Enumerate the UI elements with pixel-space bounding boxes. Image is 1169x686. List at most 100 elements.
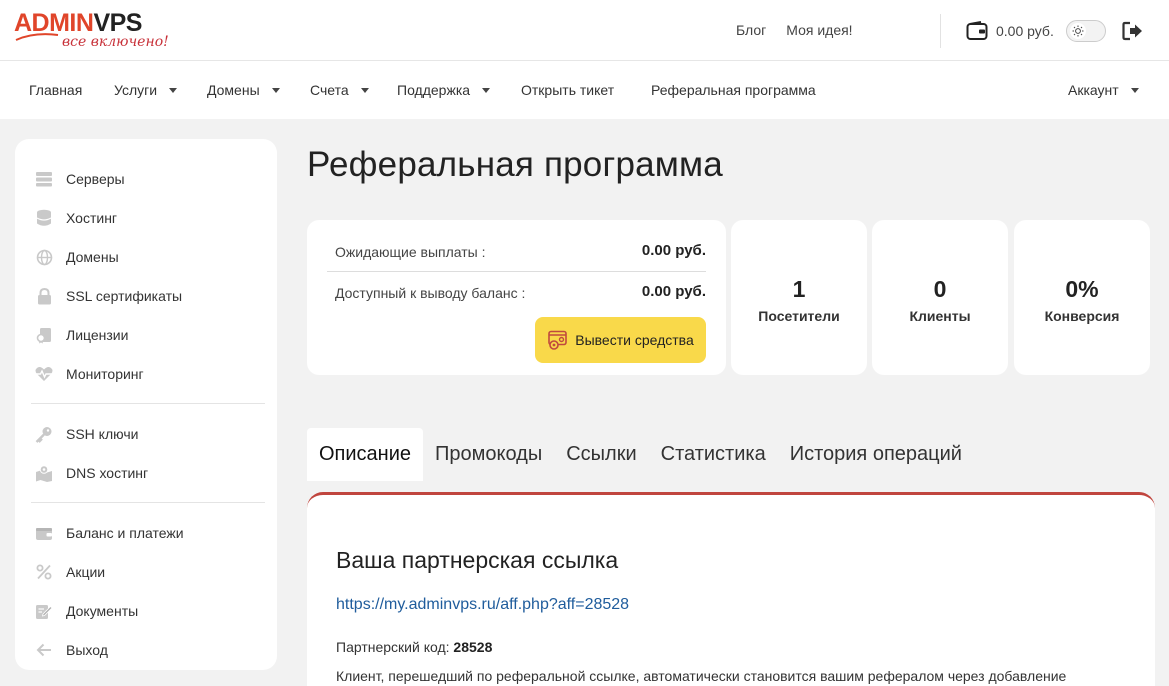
nav-services[interactable]: Услуги <box>114 82 178 98</box>
sidebar-item-domains[interactable]: Домены <box>35 248 119 266</box>
sidebar-item-label: Выход <box>66 642 108 658</box>
tab-promocodes[interactable]: Промокоды <box>423 428 554 481</box>
sidebar-item-servers[interactable]: Серверы <box>35 170 125 188</box>
caret-down-icon <box>482 87 491 93</box>
withdraw-funds-button[interactable]: Вывести средства <box>535 317 706 363</box>
stat-card-visitors: 1 Посетители <box>731 220 867 375</box>
tab-content-panel: Ваша партнерская ссылка https://my.admin… <box>307 492 1155 686</box>
tab-links[interactable]: Ссылки <box>554 428 648 481</box>
nav-home-label: Главная <box>29 82 83 98</box>
page-title: Реферальная программа <box>307 145 723 184</box>
logo-tagline: все включено! <box>62 34 169 50</box>
partner-code-value: 28528 <box>453 639 493 655</box>
referral-tabs: Описание Промокоды Ссылки Статистика Ист… <box>307 428 974 481</box>
sidebar-item-label: Баланс и платежи <box>66 525 184 541</box>
logout-icon <box>1122 21 1142 41</box>
referral-description: Клиент, перешедший по реферальной ссылке… <box>336 668 1067 684</box>
sidebar-item-label: DNS хостинг <box>66 465 149 481</box>
logo-text-vps: VPS <box>93 9 142 37</box>
adminvps-logo[interactable]: ADMINVPS все включено! <box>14 10 184 54</box>
pending-payouts-label: Ожидающие выплаты : <box>335 244 486 260</box>
sidebar-item-label: Лицензии <box>66 327 129 343</box>
sidebar-divider <box>31 403 265 404</box>
percent-icon <box>35 563 53 581</box>
sidebar-item-dns-hosting[interactable]: DNS хостинг <box>35 464 148 482</box>
nav-domains-label: Домены <box>207 82 260 98</box>
tab-operations-history[interactable]: История операций <box>778 428 974 481</box>
conversion-value: 0% <box>1065 276 1099 302</box>
sidebar-item-licenses[interactable]: Лицензии <box>35 326 128 344</box>
caret-down-icon <box>169 87 178 93</box>
license-icon <box>35 326 53 344</box>
sidebar-item-label: SSL сертификаты <box>66 288 183 304</box>
nav-account-label: Аккаунт <box>1068 82 1119 98</box>
sidebar-item-promotions[interactable]: Акции <box>35 563 105 581</box>
partner-code-label: Партнерский код: <box>336 639 450 655</box>
partner-code: Партнерский код: 28528 <box>336 639 492 655</box>
sidebar-item-ssl[interactable]: SSL сертификаты <box>35 287 182 305</box>
map-icon <box>35 464 53 482</box>
lock-icon <box>35 287 53 305</box>
available-balance-label: Доступный к выводу баланс : <box>335 285 526 301</box>
wallet-icon <box>35 524 53 542</box>
visitors-label: Посетители <box>758 308 840 324</box>
sidebar-item-exit[interactable]: Выход <box>35 641 108 659</box>
top-links: Блог Моя идея! <box>736 22 853 38</box>
sidebar-item-label: Акции <box>66 564 106 580</box>
top-header: ADMINVPS все включено! Блог Моя идея! 0.… <box>0 0 1169 61</box>
nav-home[interactable]: Главная <box>29 82 82 98</box>
caret-down-icon <box>1130 87 1139 93</box>
theme-toggle[interactable] <box>1066 20 1106 42</box>
tab-description[interactable]: Описание <box>307 428 424 481</box>
payout-card: Ожидающие выплаты : 0.00 руб. Доступный … <box>307 220 726 375</box>
sidebar-item-hosting[interactable]: Хостинг <box>35 209 117 227</box>
pending-payouts-value: 0.00 руб. <box>641 242 706 259</box>
caret-down-icon <box>271 87 280 93</box>
nav-services-label: Услуги <box>114 82 158 98</box>
globe-icon <box>35 248 53 266</box>
sidebar-item-label: Хостинг <box>66 210 118 226</box>
arrow-left-icon <box>35 641 53 659</box>
key-icon <box>35 425 53 443</box>
partner-link[interactable]: https://my.adminvps.ru/aff.php?aff=28528 <box>336 596 629 614</box>
tab-statistics[interactable]: Статистика <box>649 428 778 481</box>
nav-referral-label: Реферальная программа <box>651 82 816 98</box>
caret-down-icon <box>360 87 369 93</box>
sidebar-item-monitoring[interactable]: Мониторинг <box>35 365 144 383</box>
sidebar-item-label: SSH ключи <box>66 426 139 442</box>
sidebar-item-documents[interactable]: Документы <box>35 602 138 620</box>
nav-domains[interactable]: Домены <box>207 82 280 98</box>
partner-link-heading: Ваша партнерская ссылка <box>336 547 619 573</box>
server-icon <box>35 170 53 188</box>
my-idea-link[interactable]: Моя идея! <box>786 22 852 38</box>
conversion-label: Конверсия <box>1044 308 1120 324</box>
sidebar-item-label: Домены <box>66 249 119 265</box>
stat-card-clients: 0 Клиенты <box>872 220 1008 375</box>
nav-referral[interactable]: Реферальная программа <box>651 82 816 98</box>
balance-amount: 0.00 руб. <box>996 23 1054 39</box>
heartbeat-icon <box>35 365 53 383</box>
main-navigation: Главная Услуги Домены Счета Поддержка От… <box>0 61 1169 119</box>
nav-invoices[interactable]: Счета <box>310 82 369 98</box>
logo-swoosh-icon <box>15 33 59 41</box>
sidebar: Серверы Хостинг Домены SSL сертификаты Л… <box>15 139 277 670</box>
row-divider <box>327 271 706 272</box>
nav-open-ticket-label: Открыть тикет <box>521 82 615 98</box>
wallet-icon <box>966 21 988 40</box>
nav-open-ticket[interactable]: Открыть тикет <box>521 82 614 98</box>
clients-count: 0 <box>933 276 947 302</box>
sidebar-item-ssh-keys[interactable]: SSH ключи <box>35 425 138 443</box>
nav-invoices-label: Счета <box>310 82 349 98</box>
sidebar-item-label: Мониторинг <box>66 366 144 382</box>
logout-button[interactable] <box>1122 21 1144 46</box>
sidebar-divider <box>31 502 265 503</box>
sidebar-item-balance[interactable]: Баланс и платежи <box>35 524 184 542</box>
blog-link[interactable]: Блог <box>736 22 766 38</box>
nav-account[interactable]: Аккаунт <box>1068 82 1139 98</box>
nav-support[interactable]: Поддержка <box>397 82 491 98</box>
visitors-count: 1 <box>792 276 806 302</box>
balance-widget[interactable]: 0.00 руб. <box>966 21 1054 41</box>
header-divider <box>940 14 941 48</box>
withdraw-icon <box>548 330 568 350</box>
database-icon <box>35 209 53 227</box>
